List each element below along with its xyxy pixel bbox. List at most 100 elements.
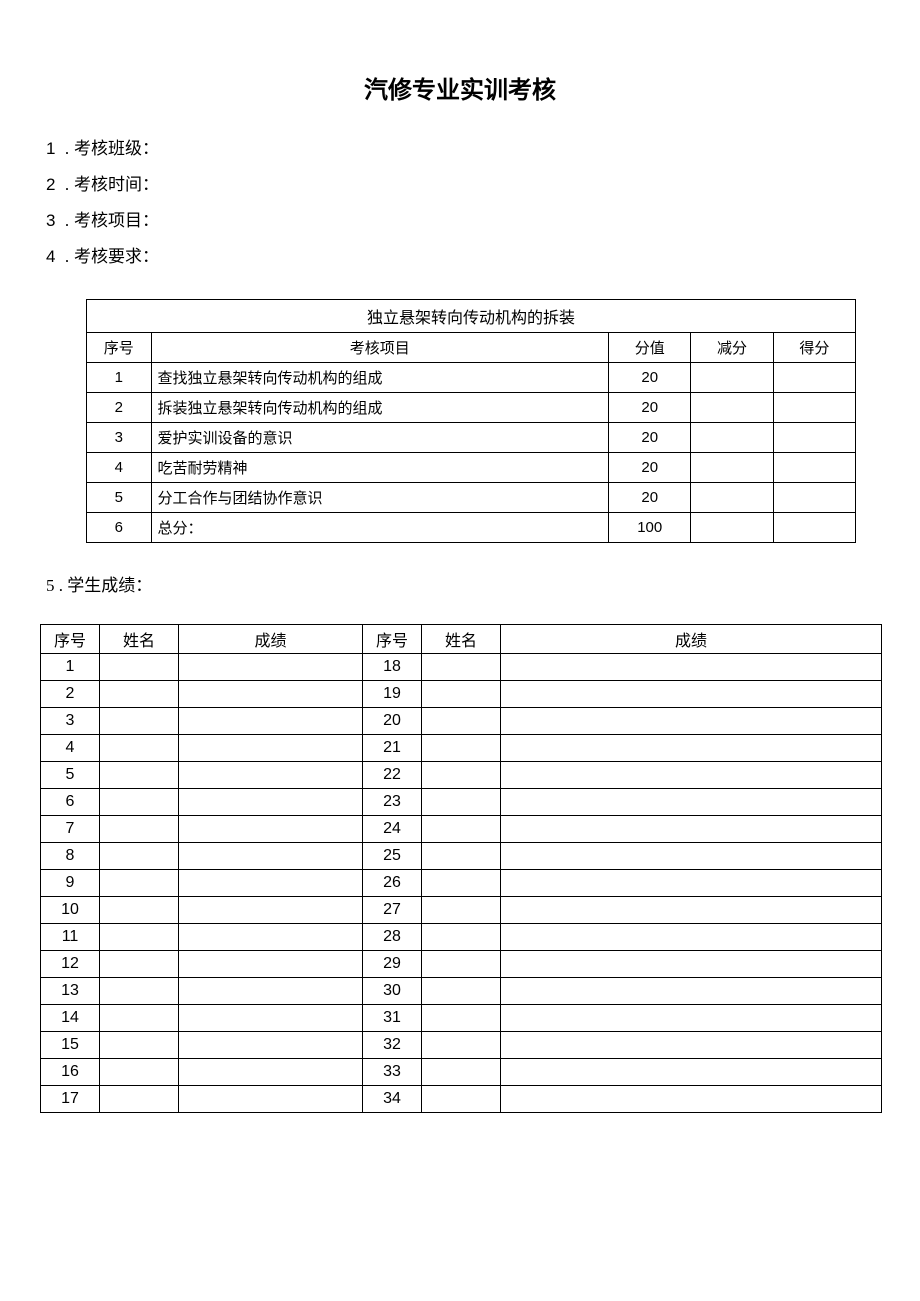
rubric-header-item: 考核项目 (151, 333, 609, 363)
grades-name (100, 924, 179, 951)
meta-label: 考核要求： (74, 247, 159, 266)
grades-grade (179, 1086, 363, 1113)
meta-label: 学生成绩： (67, 576, 152, 595)
grades-name (100, 816, 179, 843)
grades-name (422, 1086, 501, 1113)
grades-name (422, 816, 501, 843)
grades-seq: 24 (363, 816, 422, 843)
grades-grade (179, 897, 363, 924)
rubric-score: 20 (609, 483, 691, 513)
table-row: 623 (41, 789, 882, 816)
grades-seq: 15 (41, 1032, 100, 1059)
grades-grade (179, 654, 363, 681)
grades-name (422, 1032, 501, 1059)
rubric-score: 20 (609, 363, 691, 393)
grades-name (100, 1032, 179, 1059)
rubric-deduct (691, 453, 773, 483)
table-row: 1229 (41, 951, 882, 978)
grades-grade (179, 924, 363, 951)
rubric-deduct (691, 423, 773, 453)
rubric-item: 拆装独立悬架转向传动机构的组成 (151, 393, 609, 423)
table-row: 5 分工合作与团结协作意识 20 (87, 483, 856, 513)
table-row: 7 24 (41, 816, 882, 843)
grades-seq: 32 (363, 1032, 422, 1059)
table-row: 1330 (41, 978, 882, 1005)
grades-name (422, 762, 501, 789)
grades-grade (501, 897, 882, 924)
rubric-seq: 1 (87, 363, 152, 393)
section-grades-heading: 5 . 学生成绩： (46, 571, 880, 596)
meta-dot: . (55, 576, 68, 595)
grades-seq: 11 (41, 924, 100, 951)
rubric-caption: 独立悬架转向传动机构的拆装 (87, 300, 856, 333)
grades-grade (179, 978, 363, 1005)
grades-grade (179, 735, 363, 762)
grades-grade (179, 762, 363, 789)
grades-seq: 26 (363, 870, 422, 897)
table-row: 2 拆装独立悬架转向传动机构的组成 20 (87, 393, 856, 423)
table-row: 11 28 (41, 924, 882, 951)
grades-grade (501, 1059, 882, 1086)
grades-name (422, 1059, 501, 1086)
table-row: 118 (41, 654, 882, 681)
grades-seq: 25 (363, 843, 422, 870)
grades-seq: 16 (41, 1059, 100, 1086)
grades-header-grade: 成绩 (179, 625, 363, 654)
meta-num: 5 (46, 576, 55, 595)
grades-seq: 34 (363, 1086, 422, 1113)
grades-grade (501, 708, 882, 735)
meta-dot: . (60, 239, 74, 275)
meta-num: 4 (46, 239, 60, 275)
grades-seq: 7 (41, 816, 100, 843)
table-row: 独立悬架转向传动机构的拆装 (87, 300, 856, 333)
grades-name (422, 924, 501, 951)
grades-seq: 30 (363, 978, 422, 1005)
rubric-seq: 4 (87, 453, 152, 483)
rubric-item: 吃苦耐劳精神 (151, 453, 609, 483)
rubric-deduct (691, 393, 773, 423)
grades-seq: 31 (363, 1005, 422, 1032)
grades-grade (179, 681, 363, 708)
grades-grade (501, 951, 882, 978)
meta-num: 2 (46, 167, 60, 203)
rubric-final (773, 513, 855, 543)
rubric-final (773, 423, 855, 453)
grades-seq: 28 (363, 924, 422, 951)
grades-grade (501, 978, 882, 1005)
table-row: 522 (41, 762, 882, 789)
grades-grade (501, 735, 882, 762)
table-row: 1027 (41, 897, 882, 924)
rubric-seq: 3 (87, 423, 152, 453)
grades-grade (501, 789, 882, 816)
grades-grade (179, 951, 363, 978)
meta-num: 1 (46, 131, 60, 167)
rubric-seq: 2 (87, 393, 152, 423)
rubric-header-seq: 序号 (87, 333, 152, 363)
grades-name (100, 708, 179, 735)
meta-num: 3 (46, 203, 60, 239)
rubric-item: 总分： (151, 513, 609, 543)
table-row: 219 (41, 681, 882, 708)
grades-name (422, 708, 501, 735)
grades-name (100, 951, 179, 978)
grades-seq: 33 (363, 1059, 422, 1086)
meta-label: 考核时间： (74, 175, 159, 194)
meta-dot: . (60, 131, 74, 167)
grades-grade (179, 708, 363, 735)
rubric-header-score: 分值 (609, 333, 691, 363)
grades-seq: 2 (41, 681, 100, 708)
grades-name (422, 1005, 501, 1032)
grades-name (422, 681, 501, 708)
grades-seq: 3 (41, 708, 100, 735)
grades-header-seq: 序号 (41, 625, 100, 654)
page-title: 汽修专业实训考核 (40, 70, 880, 105)
grades-seq: 22 (363, 762, 422, 789)
table-row: 3 爱护实训设备的意识 20 (87, 423, 856, 453)
grades-grade (179, 816, 363, 843)
rubric-header-final: 得分 (773, 333, 855, 363)
grades-seq: 10 (41, 897, 100, 924)
grades-seq: 17 (41, 1086, 100, 1113)
grades-grade (179, 843, 363, 870)
rubric-score: 20 (609, 423, 691, 453)
document-page: 汽修专业实训考核 1.考核班级： 2.考核时间： 3.考核项目： 4.考核要求：… (0, 0, 920, 1113)
